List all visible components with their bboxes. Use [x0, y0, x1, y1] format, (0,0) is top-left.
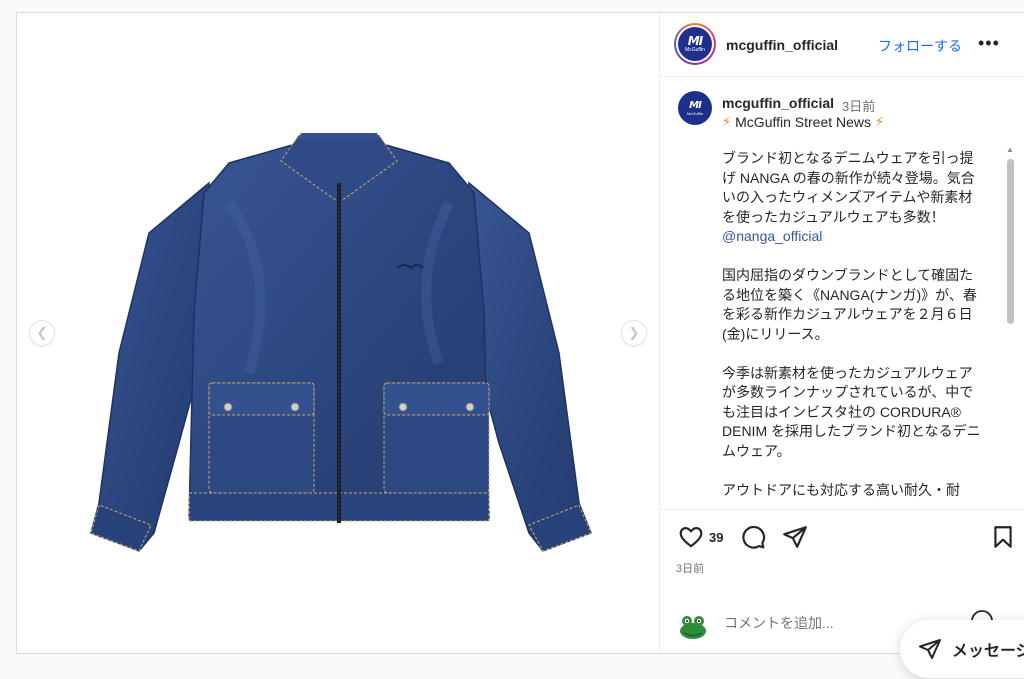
post-card: ❮ ❯ MI McGuffin mcguffin_official フォローする… [16, 12, 1024, 654]
avatar-ring-inner: MI McGuffin [676, 25, 714, 63]
like-count[interactable]: 39 [709, 530, 723, 545]
post-date[interactable]: 3日前 [676, 560, 704, 576]
brand-logo-avatar: MI McGuffin [678, 27, 712, 61]
next-image-button[interactable]: ❯ [621, 320, 647, 346]
denim-jacket-photo [90, 133, 592, 552]
follow-button[interactable]: フォローする [878, 36, 962, 56]
messages-button[interactable]: メッセージ [900, 620, 1024, 678]
mention-link[interactable]: @nanga_official [722, 227, 984, 247]
caption-body: ブランド初となるデニムウェアを引っ提げ NANGA の春の新作が続々登場。気合い… [722, 149, 984, 509]
scroll-up-arrow-icon[interactable]: ▲ [1006, 145, 1014, 154]
avatar-mark: MI [687, 34, 703, 48]
frog-avatar-icon [680, 616, 706, 639]
caption-paragraph: アウトドアにも対応する高い耐久・耐 [722, 481, 960, 498]
chevron-right-icon: ❯ [628, 325, 640, 340]
chevron-left-icon: ❮ [36, 325, 48, 340]
action-bar: 39 3日前 [660, 509, 1024, 585]
caption-avatar-word: McGuffin [687, 110, 703, 116]
caption-avatar[interactable]: MI McGuffin [678, 91, 712, 125]
caption-paragraph: 今季は新素材を使ったカジュアルウェアが多数ラインナップされているが、中でも注目は… [722, 364, 981, 459]
more-options-icon[interactable]: ••• [978, 33, 1000, 54]
header-username-link[interactable]: mcguffin_official [726, 37, 838, 53]
caption-area[interactable]: MI McGuffin mcguffin_official 3日前 ⚡ McGu… [660, 77, 1024, 509]
caption-paragraph: ブランド初となるデニムウェアを引っ提げ NANGA の春の新作が続々登場。気合い… [722, 150, 975, 225]
lightning-icon: ⚡ [875, 114, 885, 129]
caption-username-link[interactable]: mcguffin_official [722, 95, 834, 111]
messages-label: メッセージ [952, 643, 1024, 660]
caption-avatar-mark: MI [689, 99, 702, 111]
post-header: MI McGuffin mcguffin_official フォローする ••• [660, 13, 1024, 77]
previous-image-button[interactable]: ❮ [29, 320, 55, 346]
caption-timestamp[interactable]: 3日前 [842, 96, 875, 115]
caption-subtitle-text: McGuffin Street News [735, 114, 872, 130]
lightning-icon: ⚡ [722, 114, 732, 129]
story-avatar[interactable]: MI McGuffin [674, 23, 716, 65]
share-icon[interactable] [782, 524, 808, 550]
caption-subtitle: ⚡ McGuffin Street News ⚡ [722, 114, 884, 130]
caption-scrollbar[interactable]: ▲ ▼ [1004, 145, 1016, 509]
post-sidebar: MI McGuffin mcguffin_official フォローする •••… [659, 13, 1024, 653]
media-pane: ❮ ❯ [17, 13, 659, 653]
bookmark-icon[interactable] [990, 524, 1016, 550]
comment-icon[interactable] [740, 524, 766, 550]
scrollbar-thumb[interactable] [1007, 159, 1014, 324]
heart-icon[interactable] [678, 524, 704, 550]
avatar-word: McGuffin [685, 47, 705, 53]
caption-paragraph: 国内屈指のダウンブランドとして確固たる地位を築く《NANGA(ナンガ)》が、春を… [722, 267, 977, 342]
send-icon [919, 639, 941, 659]
